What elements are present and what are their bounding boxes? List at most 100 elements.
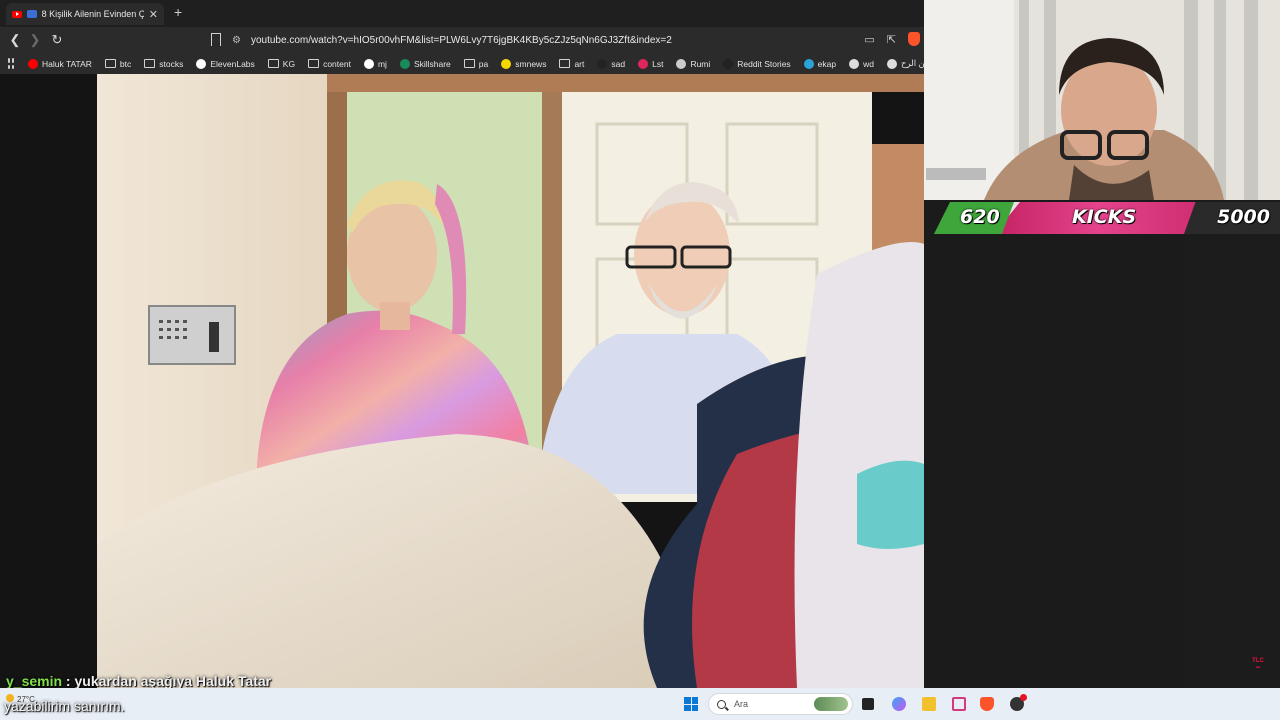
- bird-icon: [803, 58, 814, 69]
- site-info-icon[interactable]: ⚙: [232, 35, 241, 46]
- bookmark-label: art: [574, 58, 585, 69]
- bookmark-label: Haluk TATAR: [42, 58, 92, 69]
- copilot-icon[interactable]: [892, 697, 906, 711]
- notification-badge: [1020, 694, 1027, 701]
- kicks-current: 620: [960, 206, 1000, 228]
- video-scene-image: [97, 74, 924, 688]
- task-view-icon[interactable]: [862, 698, 874, 710]
- kicks-label: KICKS: [1072, 206, 1137, 228]
- github-icon: [363, 58, 374, 69]
- bookmark-item[interactable]: pa: [463, 58, 489, 69]
- elevenlabs-icon: [196, 58, 207, 69]
- bookmark-label: Reddit Stories: [737, 58, 791, 69]
- bookmark-label: sad: [611, 58, 626, 69]
- kicks-goal: 5000: [1217, 206, 1270, 228]
- snipping-tool-icon[interactable]: [952, 697, 966, 711]
- bookmark-item[interactable]: KG: [267, 58, 296, 69]
- page-icon: [886, 58, 897, 69]
- search-placeholder: Ara: [734, 699, 749, 709]
- chat-separator: :: [62, 673, 75, 689]
- video-frame: [97, 74, 924, 688]
- youtube-icon: [28, 58, 38, 69]
- d-icon: [723, 58, 734, 69]
- bookmark-item[interactable]: Lst: [638, 58, 663, 69]
- bookmark-label: content: [323, 58, 351, 69]
- overlay-right-panel: [1182, 234, 1280, 688]
- bookmark-item[interactable]: wd: [849, 58, 874, 69]
- bookmark-item[interactable]: Haluk TATAR: [28, 58, 92, 69]
- bookmark-item[interactable]: Reddit Stories: [723, 58, 791, 69]
- forward-icon[interactable]: ❯: [25, 32, 45, 48]
- bookmark-label: mj: [377, 58, 387, 69]
- folder-icon: [144, 59, 156, 68]
- bookmark-label: Rumi: [690, 58, 711, 69]
- bookmark-item[interactable]: Skillshare: [399, 58, 451, 69]
- chat-message: y_semin : yukardan aşağıya Haluk Tatar: [6, 673, 271, 689]
- apps-grid-icon[interactable]: [8, 58, 14, 69]
- bookmark-icon[interactable]: [211, 33, 221, 46]
- bookmark-label: الله الرحمن الرح...: [900, 58, 924, 68]
- windows-start-icon[interactable]: [684, 697, 698, 711]
- tab-title: 8 Kişilik Ailenin Evinden Çıkar: [41, 9, 144, 19]
- globe-icon: [676, 58, 687, 69]
- bookmark-item[interactable]: ekap: [803, 58, 837, 69]
- folder-icon: [267, 59, 279, 68]
- video-player[interactable]: [0, 74, 924, 688]
- bookmark-label: ElevenLabs: [210, 58, 255, 69]
- cast-icon[interactable]: ▭: [864, 33, 874, 46]
- url-field[interactable]: ⚙ youtube.com/watch?v=hIO5r00vhFM&list=P…: [232, 30, 892, 50]
- brave-browser-icon[interactable]: [980, 697, 994, 711]
- file-explorer-icon[interactable]: [922, 697, 936, 711]
- search-highlight-image: [814, 697, 848, 711]
- bookmark-item[interactable]: Rumi: [676, 58, 711, 69]
- folder-icon: [308, 59, 320, 68]
- bookmark-item[interactable]: content: [308, 59, 351, 69]
- bookmark-item[interactable]: sad: [597, 58, 626, 69]
- reload-icon[interactable]: ↻: [47, 32, 67, 48]
- tab-extra-icon: [26, 10, 37, 18]
- close-icon[interactable]: ✕: [149, 8, 158, 21]
- youtube-icon: [12, 10, 22, 18]
- screen: 8 Kişilik Ailenin Evinden Çıkar ✕ + ❮ ❯ …: [0, 0, 1280, 720]
- bookmark-list: Haluk TATAR btc stocks ElevenLabs KG content m…: [28, 58, 924, 69]
- brave-shields-icon[interactable]: [908, 32, 920, 46]
- chat-text: yukardan aşağıya Haluk Tatar: [74, 673, 272, 689]
- bookmark-label: ekap: [817, 58, 837, 69]
- browser-window: 8 Kişilik Ailenin Evinden Çıkar ✕ + ❮ ❯ …: [0, 0, 924, 688]
- address-bar: ❮ ❯ ↻ ⚙ youtube.com/watch?v=hIO5r00vhFM&…: [0, 27, 924, 53]
- bookmarks-bar: Haluk TATAR btc stocks ElevenLabs KG content m…: [0, 53, 924, 74]
- windows-taskbar: 27°C: [0, 688, 1280, 720]
- taskbar-search[interactable]: Ara: [708, 693, 853, 715]
- bookmark-label: btc: [119, 58, 132, 69]
- bookmark-item[interactable]: art: [559, 59, 584, 69]
- bookmark-item[interactable]: mj: [363, 58, 387, 69]
- bookmark-item[interactable]: smnews: [501, 58, 547, 69]
- bookmark-label: stocks: [159, 58, 184, 69]
- smiley-icon: [501, 58, 512, 69]
- bookmark-label: KG: [282, 58, 296, 69]
- skillshare-icon: [399, 58, 410, 69]
- folder-icon: [463, 59, 475, 68]
- caption-text: yazabilirim sanırım.: [4, 698, 125, 714]
- tab-bar: 8 Kişilik Ailenin Evinden Çıkar ✕ +: [0, 0, 924, 27]
- bookmark-item[interactable]: btc: [104, 58, 132, 69]
- back-icon[interactable]: ❮: [5, 32, 25, 48]
- bookmark-item[interactable]: الله الرحمن الرح...: [886, 58, 924, 69]
- folder-icon: [559, 59, 571, 68]
- bookmark-label: smnews: [515, 58, 547, 69]
- bookmark-item[interactable]: stocks: [144, 59, 183, 69]
- bookmark-item[interactable]: ElevenLabs: [196, 58, 255, 69]
- bookmark-label: pa: [478, 58, 489, 69]
- chat-username: y_semin: [6, 673, 63, 689]
- w-icon: [849, 58, 860, 69]
- pen-icon: [597, 58, 608, 69]
- search-icon: [717, 699, 726, 709]
- webcam-feed: [924, 0, 1280, 200]
- webcam-image: [924, 0, 1280, 200]
- tab-video[interactable]: 8 Kişilik Ailenin Evinden Çıkar ✕: [6, 3, 164, 25]
- new-tab-button[interactable]: +: [174, 4, 182, 20]
- channel-logo-icon: TLC ▪▪: [1252, 658, 1264, 671]
- address-actions: ▭ ⇱: [864, 32, 920, 46]
- share-icon[interactable]: ⇱: [887, 33, 896, 46]
- folder-icon: [104, 59, 116, 68]
